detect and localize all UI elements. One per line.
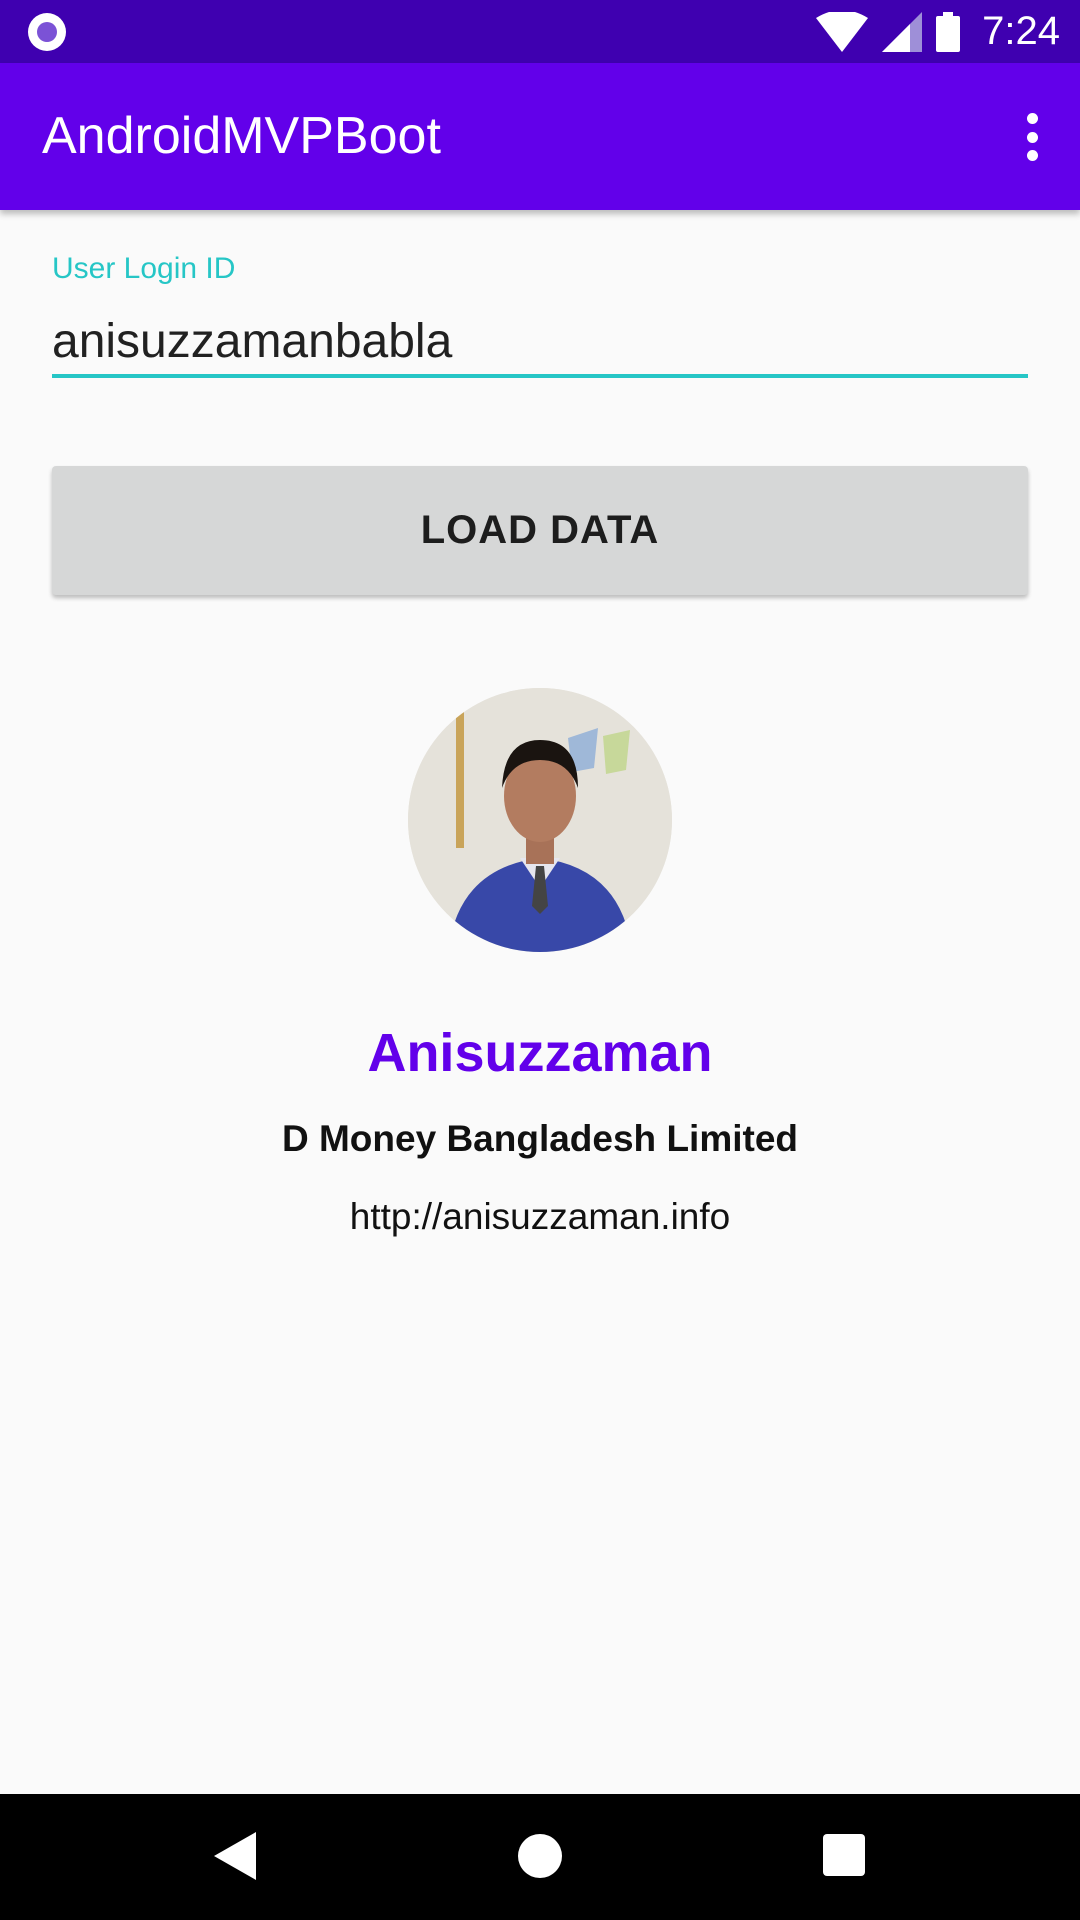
load-data-button[interactable]: LOAD DATA [52, 466, 1028, 595]
profile-company: D Money Bangladesh Limited [281, 1118, 798, 1159]
login-id-label: User Login ID [52, 252, 236, 285]
home-icon[interactable] [518, 1834, 562, 1878]
status-bar: 7:24 [0, 0, 1080, 63]
recent-apps-icon[interactable] [823, 1834, 865, 1876]
navigation-bar [0, 1794, 1080, 1920]
wifi-icon [816, 11, 869, 52]
battery-icon [936, 11, 961, 52]
profile-name: Anisuzzaman [367, 1023, 713, 1083]
notification-icon [28, 13, 66, 51]
app-bar: AndroidMVPBoot [0, 63, 1080, 210]
login-id-input[interactable] [52, 308, 1028, 378]
clock: 7:24 [982, 9, 1060, 53]
back-icon[interactable] [214, 1832, 256, 1880]
avatar [408, 688, 672, 952]
status-icons: 7:24 [816, 0, 1060, 63]
app-title: AndroidMVPBoot [42, 107, 441, 165]
profile-url[interactable]: http://anisuzzaman.info [0, 1196, 1080, 1238]
more-vert-icon[interactable] [1012, 109, 1052, 165]
cellular-signal-icon [882, 11, 923, 52]
